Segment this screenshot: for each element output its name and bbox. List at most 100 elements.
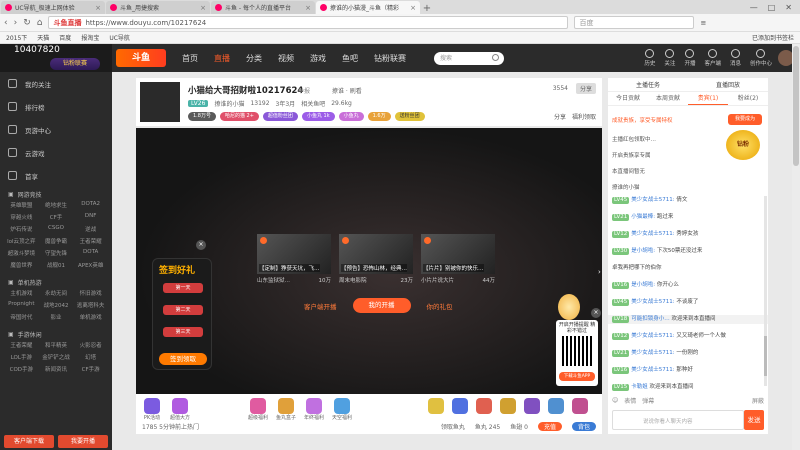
close-window-icon[interactable]: ✕ [785,3,792,12]
sidebar-game-link[interactable]: 守望先锋 [39,249,74,257]
sidebar-game-link[interactable]: CSGO [39,225,74,233]
sidebar-game-link[interactable]: 逃离塔科夫 [73,301,108,309]
close-tab-icon[interactable]: × [305,4,311,12]
gift-pack-link[interactable]: 你的礼包 [427,301,453,311]
room-badge[interactable]: 送粉丝团 [394,112,425,121]
gift-item[interactable] [546,398,566,414]
gift-item[interactable]: 超值大方 [170,398,190,421]
gift-item[interactable] [522,398,542,414]
sidebar-game-link[interactable]: COD手游 [4,365,39,373]
chat-username[interactable]: 美少女战士5711: [631,350,674,356]
emoji-icon[interactable]: ☺ [612,397,618,404]
chat-username[interactable]: 是小胡啦: [631,282,655,288]
browser-tab[interactable]: 斗鱼_用捷搜索 × [106,1,210,14]
history-button[interactable]: 历史 [644,49,655,67]
close-tab-icon[interactable]: × [200,4,206,12]
chat-username[interactable]: 是小胡啦: [631,248,655,254]
client-download-button[interactable]: 客户端下载 [4,435,54,448]
minimize-icon[interactable]: — [750,3,758,12]
broadcast-button[interactable]: 开播 [684,49,695,67]
menu-icon[interactable]: ≡ [700,19,706,27]
chevron-right-icon[interactable]: › [598,268,606,280]
gift-item[interactable] [426,398,446,414]
home-icon[interactable]: ⌂ [37,18,43,28]
recommend-card[interactable]: 【片片】别被你的快乐… 小片片说大片 44万 [421,234,495,284]
sidebar-game-link[interactable]: lol云顶之弈 [4,237,39,245]
browser-search-input[interactable]: 百度 [574,16,695,29]
sidebar-game-link[interactable]: 幻塔 [73,353,108,361]
become-noble-button[interactable]: 我要成为 [728,114,762,125]
sidebar-game-link[interactable]: 怀旧游戏 [73,289,108,297]
chat-username[interactable]: 美少女战士5711: [631,367,674,373]
room-badge[interactable]: 小鱼丸 [338,112,364,121]
sidebar-game-link[interactable]: DOTA2 [73,201,108,209]
anchor-avatar[interactable] [140,82,180,122]
gift-item[interactable]: 天空福利 [332,398,352,421]
sidebar-game-link[interactable]: 王者荣耀 [4,341,39,349]
close-tab-icon[interactable]: × [95,4,101,12]
chat-username[interactable]: 可能扣锁身小… [631,316,670,322]
gift-item[interactable]: 超级福利 [248,398,268,421]
messages-button[interactable]: 消息 [730,49,741,67]
close-tab-icon[interactable]: × [410,4,416,12]
client-stream-link[interactable]: 客户端开播 [304,301,337,311]
chat-username[interactable]: 美少女战士5711: [631,231,674,237]
anchor-task-link[interactable]: 主播任务 [636,80,660,89]
room-badge[interactable]: 哈尼的猫 2+ [219,112,259,121]
anchor-name[interactable]: 撩谁的小猫 [214,99,244,108]
replay-link[interactable]: 直播回放 [716,80,740,89]
nav-category[interactable]: 分类 [246,53,262,64]
gift-item[interactable]: 鱼丸盒子 [276,398,296,421]
start-streaming-button[interactable]: 我要开播 [58,435,108,448]
sidebar-game-link[interactable]: 炉石传说 [4,225,39,233]
send-button[interactable]: 发送 [744,410,764,430]
sidebar-game-link[interactable]: 王者荣耀 [73,237,108,245]
sidebar-game-link[interactable]: 影业 [39,313,74,321]
signin-claim-button[interactable]: 签到领取 [159,353,207,365]
page-scrollbar[interactable] [792,44,800,450]
scroll-thumb[interactable] [764,336,767,376]
close-icon[interactable]: × [591,308,601,318]
gift-item[interactable] [498,398,518,414]
sidebar-game-link[interactable]: LOL手游 [4,353,39,361]
league-badge[interactable]: 钻粉联赛 [50,58,100,70]
claim-yuwan-link[interactable]: 领取鱼丸 [441,422,465,431]
tab-fans[interactable]: 粉丝(2) [728,92,768,105]
chat-username[interactable]: 美少女战士5711: [631,333,674,339]
sidebar-game-link[interactable]: DNF [73,213,108,221]
sidebar-game-link[interactable]: 穿越火线 [4,213,39,221]
browser-tab[interactable]: 斗鱼 - 每个人的直播平台 × [211,1,315,14]
download-app-button[interactable]: 下载斗鱼APP [559,372,595,381]
sidebar-game-link[interactable]: 单机游戏 [73,313,108,321]
gift-item[interactable]: 年终福利 [304,398,324,421]
new-tab-button[interactable]: + [420,3,434,14]
tab-week[interactable]: 本周贡献 [648,92,688,105]
sidebar-game-link[interactable]: 战地2042 [39,301,74,309]
room-badge[interactable]: 小鱼丸 1k [301,112,335,121]
gift-item[interactable] [450,398,470,414]
back-icon[interactable]: ‹ [4,18,8,28]
sidebar-game-link[interactable]: 逆战 [73,225,108,233]
sidebar-game-link[interactable]: 超激斗梦境 [4,249,39,257]
bookmark-item[interactable]: 2015下 [6,33,27,42]
nav-games[interactable]: 游戏 [310,53,326,64]
emoji-button[interactable]: 表情 [624,396,636,405]
follow-stream-button[interactable]: 我的开播 [352,298,411,313]
sidebar-game-link[interactable]: CF手 [39,213,74,221]
sidebar-game-link[interactable]: APEX英雄 [73,261,108,269]
url-field[interactable]: 斗鱼直播 https://www.douyu.com/10217624 [48,16,569,29]
sidebar-game-link[interactable]: 魔兽世界 [4,261,39,269]
chat-scrollbar[interactable] [764,196,767,386]
nav-video[interactable]: 视频 [278,53,294,64]
bookmark-right[interactable]: 已添加到书签栏 [752,33,794,42]
block-toggle[interactable]: 屏蔽 [752,396,764,405]
bookmark-item[interactable]: UC导航 [109,33,130,42]
sidebar-game-link[interactable]: 金铲铲之战 [39,353,74,361]
sidebar-game-link[interactable]: Propnight [4,301,39,309]
browser-tab[interactable]: UC导航_极速上网体验 × [1,1,105,14]
tab-vip[interactable]: 贵宾(1) [688,92,728,105]
follow-button[interactable]: 关注 [664,49,675,67]
bookmark-item[interactable]: 报淘宝 [81,33,99,42]
sidebar-game-link[interactable]: 英雄联盟 [4,201,39,209]
room-badge[interactable]: 1.8万号 [188,112,216,121]
